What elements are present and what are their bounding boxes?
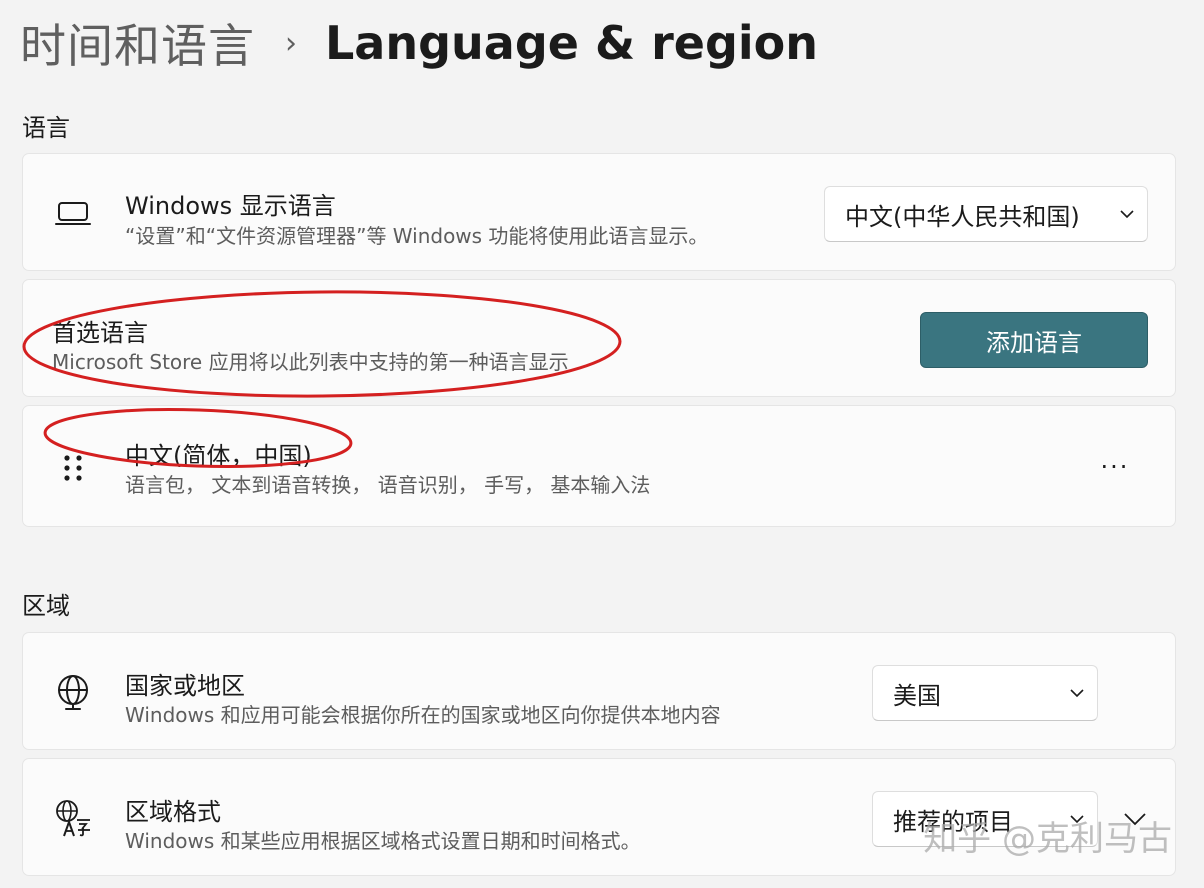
breadcrumb-separator-icon: › [285, 25, 297, 61]
section-title-language: 语言 [22, 114, 70, 142]
regional-format-title: 区域格式 [125, 798, 221, 826]
preferred-languages-title: 首选语言 [52, 319, 148, 347]
display-language-description: “设置”和“文件资源管理器”等 Windows 功能将使用此语言显示。 [125, 224, 709, 248]
watermark: 知乎 @克利马古 [923, 819, 1172, 859]
add-language-button[interactable]: 添加语言 [920, 312, 1148, 368]
chevron-down-icon [1107, 209, 1147, 219]
display-language-card: Windows 显示语言 “设置”和“文件资源管理器”等 Windows 功能将… [22, 153, 1176, 271]
globe-icon [53, 672, 93, 712]
regional-format-description: Windows 和某些应用根据区域格式设置日期和时间格式。 [125, 829, 641, 853]
country-region-title: 国家或地区 [125, 672, 245, 700]
drag-handle-icon[interactable] [53, 448, 93, 488]
language-item-description: 语言包， 文本到语音转换， 语音识别， 手写， 基本输入法 [125, 473, 651, 497]
display-language-title: Windows 显示语言 [125, 192, 336, 220]
laptop-icon [53, 194, 93, 234]
display-language-dropdown[interactable]: 中文(中华人民共和国) [824, 186, 1148, 242]
country-region-dropdown[interactable]: 美国 [872, 665, 1098, 721]
country-region-selected: 美国 [893, 681, 941, 710]
display-language-selected: 中文(中华人民共和国) [845, 202, 1080, 231]
language-item-card[interactable]: 中文(简体，中国) 语言包， 文本到语音转换， 语音识别， 手写， 基本输入法 … [22, 405, 1176, 527]
more-options-button[interactable]: ··· [1093, 449, 1137, 485]
page-title: Language & region [325, 16, 819, 70]
country-region-card: 国家或地区 Windows 和应用可能会根据你所在的国家或地区向你提供本地内容 … [22, 632, 1176, 750]
breadcrumb-parent-link[interactable]: 时间和语言 [20, 10, 255, 76]
section-title-region: 区域 [22, 592, 70, 620]
breadcrumb: 时间和语言 › Language & region [20, 10, 818, 76]
preferred-languages-description: Microsoft Store 应用将以此列表中支持的第一种语言显示 [52, 350, 569, 374]
language-glyph-icon [53, 798, 93, 838]
country-region-description: Windows 和应用可能会根据你所在的国家或地区向你提供本地内容 [125, 703, 721, 727]
language-item-title: 中文(简体，中国) [125, 442, 312, 470]
preferred-languages-card: 首选语言 Microsoft Store 应用将以此列表中支持的第一种语言显示 … [22, 279, 1176, 397]
chevron-down-icon [1057, 688, 1097, 698]
